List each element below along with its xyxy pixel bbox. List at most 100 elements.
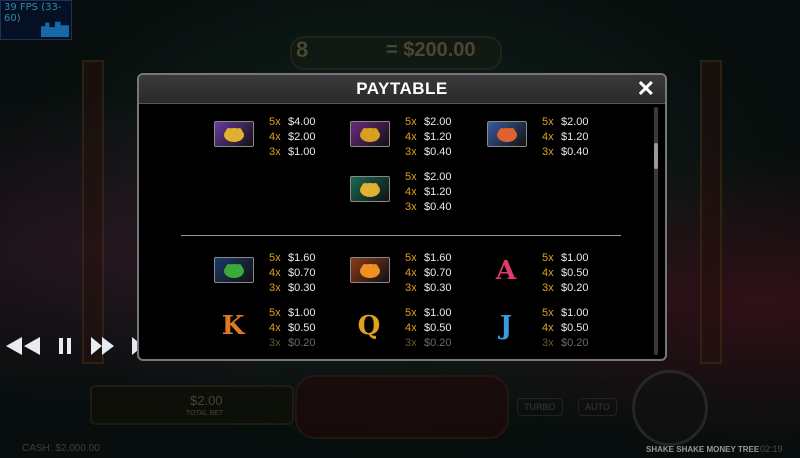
section-divider	[181, 235, 621, 236]
payout-row: 5x $1.00	[405, 306, 452, 321]
koi-icon	[350, 176, 390, 202]
payout-value: $1.00	[288, 307, 316, 319]
payout-multiplier: 5x	[405, 252, 417, 264]
payout-value: $0.40	[424, 201, 452, 213]
payout-row: 4x $0.50	[542, 321, 589, 336]
dragon-icon	[214, 121, 254, 147]
payout-row: 4x $2.00	[269, 130, 316, 145]
payout-multiplier: 5x	[405, 171, 417, 183]
payout-row: 3x $0.30	[269, 281, 316, 296]
payout-row: 5x $1.60	[269, 251, 316, 266]
payout-list: 5x $1.00 4x $0.50 3x $0.20	[542, 306, 589, 351]
payout-multiplier: 4x	[542, 267, 554, 279]
payout-value: $1.20	[424, 186, 452, 198]
payout-row: 5x $1.00	[542, 251, 589, 266]
payout-list: 5x $2.00 4x $1.20 3x $0.40	[405, 170, 452, 215]
payout-multiplier: 3x	[405, 337, 417, 349]
payout-list: 5x $1.60 4x $0.70 3x $0.30	[269, 251, 316, 296]
payout-list: 5x $1.60 4x $0.70 3x $0.30	[405, 251, 452, 296]
rewind-icon[interactable]	[4, 335, 42, 357]
symbol-letter: Q	[357, 311, 381, 341]
payout-value: $1.00	[561, 307, 589, 319]
symbol-letter: J	[499, 311, 513, 341]
payout-row: 5x $4.00	[269, 115, 316, 130]
payout-multiplier: 4x	[269, 322, 281, 334]
payout-value: $1.20	[424, 131, 452, 143]
forward-icon[interactable]	[88, 335, 116, 357]
letter-q-icon: Q	[350, 311, 388, 341]
payout-multiplier: 3x	[405, 146, 417, 158]
payout-value: $1.60	[288, 252, 316, 264]
payout-value: $1.00	[288, 146, 316, 158]
symbol-letter: A	[495, 256, 517, 286]
payout-multiplier: 4x	[405, 131, 417, 143]
payout-row: 5x $1.60	[405, 251, 452, 266]
payout-value: $0.20	[561, 337, 589, 349]
payout-list: 5x $1.00 4x $0.50 3x $0.20	[542, 251, 589, 296]
payout-value: $0.50	[424, 322, 452, 334]
payout-value: $4.00	[288, 116, 316, 128]
payout-multiplier: 5x	[405, 116, 417, 128]
payout-value: $2.00	[424, 116, 452, 128]
payout-list: 5x $1.00 4x $0.50 3x $0.20	[405, 306, 452, 351]
pause-icon[interactable]	[56, 335, 74, 357]
oranges-icon	[350, 257, 390, 283]
payout-row: 4x $1.20	[405, 130, 452, 145]
payout-value: $1.60	[424, 252, 452, 264]
payout-value: $0.70	[424, 267, 452, 279]
payout-multiplier: 3x	[542, 337, 554, 349]
payout-multiplier: 5x	[269, 116, 281, 128]
payout-multiplier: 3x	[542, 146, 554, 158]
payout-row: 3x $0.40	[542, 145, 589, 160]
payout-row: 3x $0.20	[269, 336, 316, 351]
payout-multiplier: 4x	[542, 322, 554, 334]
payout-multiplier: 3x	[269, 282, 281, 294]
paytable-title: PAYTABLE	[356, 79, 448, 98]
payout-multiplier: 5x	[269, 307, 281, 319]
payout-row: 3x $0.30	[405, 281, 452, 296]
payout-multiplier: 3x	[405, 282, 417, 294]
payout-list: 5x $1.00 4x $0.50 3x $0.20	[269, 306, 316, 351]
payout-row: 5x $1.00	[542, 306, 589, 321]
payout-row: 3x $0.20	[542, 281, 589, 296]
letter-a-icon: A	[487, 256, 525, 286]
bonsai-icon	[214, 257, 254, 283]
payout-row: 3x $0.40	[405, 145, 452, 160]
payout-value: $0.30	[288, 282, 316, 294]
payout-row: 3x $1.00	[269, 145, 316, 160]
payout-row: 4x $0.50	[269, 321, 316, 336]
payout-list: 5x $4.00 4x $2.00 3x $1.00	[269, 115, 316, 160]
payout-multiplier: 3x	[542, 282, 554, 294]
payout-value: $0.50	[288, 322, 316, 334]
letter-j-icon: J	[487, 311, 525, 341]
payout-row: 5x $2.00	[542, 115, 589, 130]
payout-value: $0.20	[288, 337, 316, 349]
payout-value: $0.70	[288, 267, 316, 279]
payout-row: 3x $0.20	[405, 336, 452, 351]
payout-row: 5x $2.00	[405, 170, 452, 185]
payout-list: 5x $2.00 4x $1.20 3x $0.40	[542, 115, 589, 160]
payout-row: 3x $0.40	[405, 200, 452, 215]
close-icon[interactable]: ✕	[637, 76, 655, 102]
payout-value: $1.20	[561, 131, 589, 143]
payout-row: 5x $1.00	[269, 306, 316, 321]
payout-value: $0.40	[561, 146, 589, 158]
symbol-letter: K	[221, 311, 245, 341]
payout-value: $2.00	[561, 116, 589, 128]
payout-multiplier: 3x	[405, 201, 417, 213]
payout-multiplier: 4x	[405, 267, 417, 279]
payout-multiplier: 3x	[269, 146, 281, 158]
payout-row: 4x $0.50	[405, 321, 452, 336]
scrollbar-thumb[interactable]	[654, 143, 658, 169]
payout-row: 4x $0.70	[405, 266, 452, 281]
payout-multiplier: 5x	[542, 307, 554, 319]
payout-value: $0.30	[424, 282, 452, 294]
payout-value: $0.20	[561, 282, 589, 294]
payout-row: 4x $1.20	[542, 130, 589, 145]
payout-row: 4x $1.20	[405, 185, 452, 200]
payout-multiplier: 4x	[405, 186, 417, 198]
payout-multiplier: 4x	[405, 322, 417, 334]
scrollbar[interactable]	[654, 107, 658, 355]
payout-value: $1.00	[424, 307, 452, 319]
paytable-modal: PAYTABLE ✕ 5x $4.00 4x $2.00 3x $1.00 5x $2.00 4…	[137, 73, 667, 361]
